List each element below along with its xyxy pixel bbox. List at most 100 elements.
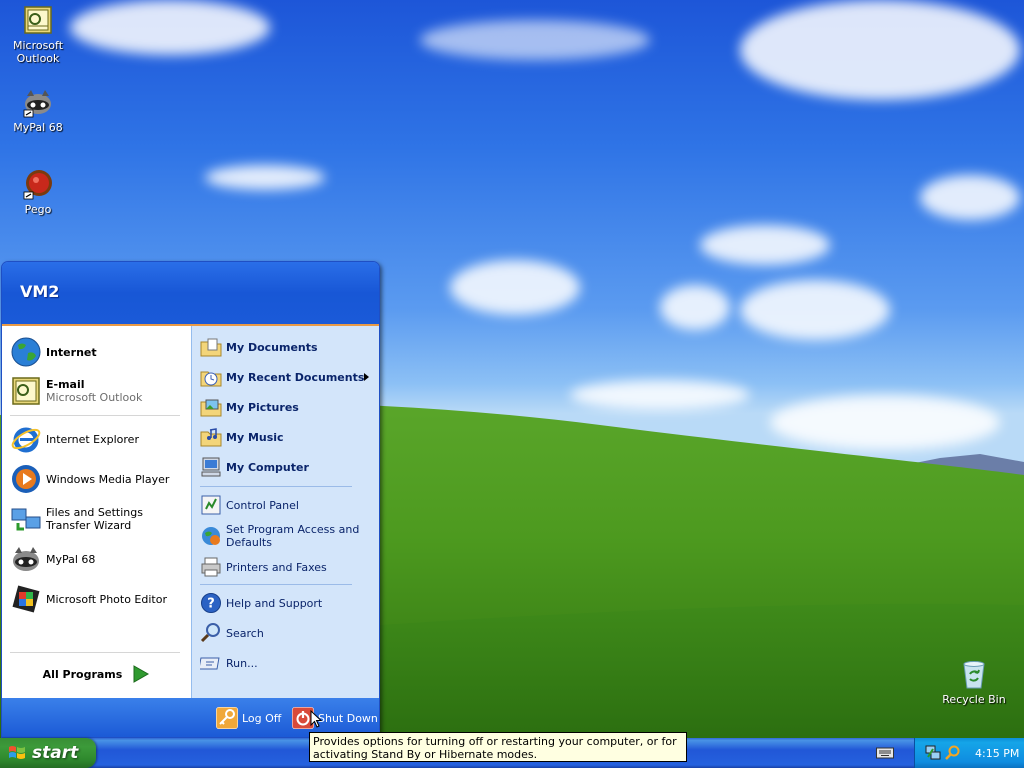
my-pictures-icon (200, 399, 222, 417)
internet-icon (11, 337, 41, 367)
recent-documents-icon (200, 371, 222, 387)
photo-editor-icon (12, 585, 40, 613)
cloud (420, 20, 650, 60)
menu-item-label: Run... (226, 656, 258, 670)
cloud (450, 260, 580, 315)
svg-text:?: ? (207, 597, 215, 612)
menu-item-label: My Documents (226, 340, 318, 354)
menu-item-photo-editor[interactable]: Microsoft Photo Editor (10, 581, 188, 617)
menu-item-label: Internet (46, 345, 97, 359)
clock[interactable]: 4:15 PM (975, 747, 1019, 760)
cloud (70, 0, 270, 55)
separator (10, 415, 180, 416)
menu-item-label: Windows Media Player (46, 472, 170, 486)
start-menu-header: VM2 (2, 262, 379, 326)
menu-item-printers-faxes[interactable]: Printers and Faxes (200, 554, 376, 580)
pego-icon (23, 170, 52, 200)
menu-item-internet-explorer[interactable]: Internet Explorer (10, 421, 188, 457)
desktop-icon-mypal[interactable]: MyPal 68 (0, 86, 76, 134)
shut-down-label: Shut Down (318, 711, 378, 725)
menu-item-control-panel[interactable]: Control Panel (200, 492, 376, 518)
wmp-icon (12, 465, 40, 493)
menu-item-search[interactable]: Search (200, 620, 376, 646)
menu-item-my-pictures[interactable]: My Pictures (200, 393, 376, 421)
desktop-icon-label: Pego (24, 203, 52, 216)
cloud (700, 225, 830, 265)
windows-flag-icon (9, 746, 25, 759)
menu-item-label: Search (226, 626, 264, 640)
shut-down-tooltip: Provides options for turning off or rest… (309, 732, 687, 762)
email-icon (12, 377, 40, 405)
menu-item-mypal[interactable]: MyPal 68 (10, 541, 188, 577)
desktop-icon-pego[interactable]: Pego (0, 168, 76, 216)
separator (10, 652, 180, 653)
search-icon (200, 623, 220, 643)
cloud (660, 285, 730, 330)
user-name: VM2 (20, 282, 60, 301)
menu-item-label: Printers and Faxes (226, 560, 327, 574)
desktop-icon-label: Recycle Bin (942, 693, 1006, 706)
menu-item-email[interactable]: E-mail Microsoft Outlook (10, 373, 188, 409)
recycle-bin-icon (963, 661, 985, 689)
menu-item-windows-media-player[interactable]: Windows Media Player (10, 461, 188, 497)
menu-item-run[interactable]: Run... (200, 650, 376, 676)
search-tray-icon[interactable] (945, 745, 961, 761)
start-menu-left-pane: Internet E-mail Microsoft Outlook Intern… (2, 326, 191, 698)
menu-item-label: My Computer (226, 460, 309, 474)
desktop-icon-recycle-bin[interactable]: Recycle Bin (936, 658, 1012, 706)
separator (200, 486, 352, 487)
run-icon (200, 657, 220, 670)
my-computer-icon (201, 457, 221, 477)
menu-item-label: My Music (226, 430, 284, 444)
menu-item-help-support[interactable]: ? Help and Support (200, 590, 376, 616)
system-tray: 4:15 PM (914, 738, 1024, 768)
menu-item-my-computer[interactable]: My Computer (200, 453, 376, 481)
desktop-icon-label: Microsoft Outlook (12, 39, 64, 65)
desktop-icon-label: MyPal 68 (13, 121, 63, 134)
log-off-button[interactable]: Log Off (216, 706, 281, 730)
log-off-label: Log Off (242, 711, 282, 725)
mypal-icon (13, 547, 39, 571)
menu-item-transfer-wizard[interactable]: Files and Settings Transfer Wizard (10, 501, 188, 537)
control-panel-icon (201, 495, 221, 515)
keyboard-icon[interactable] (876, 746, 894, 760)
menu-item-label: Control Panel (226, 498, 299, 512)
mypal-icon (23, 90, 51, 118)
menu-item-label: MyPal 68 (46, 552, 96, 566)
program-access-icon (202, 527, 220, 545)
menu-item-my-documents[interactable]: My Documents (200, 333, 376, 361)
menu-item-label: Microsoft Photo Editor (46, 592, 167, 606)
menu-item-label: Internet Explorer (46, 432, 139, 446)
network-icon[interactable] (925, 745, 941, 761)
cloud (740, 280, 890, 340)
menu-item-label: My Pictures (226, 400, 299, 414)
transfer-wizard-icon (11, 508, 41, 531)
shut-down-button[interactable]: Shut Down (292, 706, 378, 730)
cloud (920, 175, 1020, 220)
menu-item-my-recent-documents[interactable]: My Recent Documents (200, 363, 376, 391)
menu-item-label: Files and Settings Transfer Wizard (46, 506, 143, 532)
help-icon: ? (201, 593, 221, 613)
menu-item-internet[interactable]: Internet (10, 334, 188, 370)
all-programs-label: All Programs (42, 667, 123, 681)
start-button[interactable]: start (0, 738, 96, 768)
menu-item-label: Help and Support (226, 596, 323, 610)
outlook-icon (24, 6, 52, 34)
start-menu-right-pane: My Documents My Recent Documents My Pict… (191, 326, 379, 698)
my-music-icon (200, 428, 222, 447)
ie-icon (11, 427, 41, 453)
menu-item-label: My Recent Documents (226, 370, 365, 384)
green-arrow-icon (133, 665, 150, 683)
menu-item-program-access[interactable]: Set Program Access and Defaults (200, 520, 376, 552)
desktop-icon-outlook[interactable]: Microsoft Outlook (0, 4, 76, 65)
all-programs-button[interactable]: All Programs (2, 656, 191, 692)
start-label: start (32, 743, 79, 763)
my-documents-icon (200, 338, 222, 357)
start-menu: VM2 Internet E-mail Microsoft Outlook In… (1, 261, 380, 738)
menu-item-sublabel: Microsoft Outlook (46, 391, 143, 404)
log-off-icon (216, 707, 238, 729)
cloud (205, 165, 325, 190)
menu-item-label: E-mail (46, 378, 85, 391)
menu-item-my-music[interactable]: My Music (200, 423, 376, 451)
submenu-arrow-icon (364, 373, 369, 381)
